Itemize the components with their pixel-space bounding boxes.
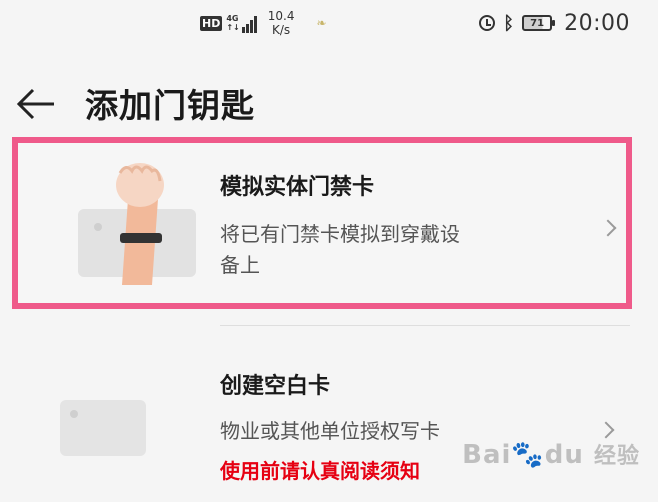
clock: 20:00 [564,10,630,36]
item-desc-line1: 将已有门禁卡模拟到穿戴设 [220,222,460,246]
speed-unit: K/s [272,23,291,37]
page-title: 添加门钥匙 [85,86,255,125]
watermark-text: Bai [462,440,512,470]
alarm-icon [479,15,496,31]
item-desc-line2: 备上 [220,253,260,277]
item-title: 模拟实体门禁卡 [220,175,375,200]
item-desc: 物业或其他单位授权写卡 [220,419,440,443]
hd-icon: HD [200,15,223,31]
status-left: HD 4G ↑↓ 10.4 K/s ❧ [200,8,327,38]
wrist-card-illustration [78,163,196,285]
battery-level: 71 [530,17,545,29]
net-arrows: ↑↓ [226,23,240,32]
watermark: Bai🐾du 经验 [462,438,640,470]
speed-value: 10.4 [267,9,295,23]
divider [220,325,630,326]
warning-link[interactable]: 使用前请认真阅读须知 [220,456,420,486]
signal-icon [241,13,258,33]
leaf-icon: ❧ [316,16,327,30]
watermark-logo: du [544,440,584,470]
network-type: 4G ↑↓ [226,14,239,32]
net-type-label: 4G [226,14,239,23]
chevron-right-icon [599,219,617,237]
watermark-suffix: 经验 [593,444,640,469]
item-title: 创建空白卡 [220,374,331,399]
list-item-blank-card[interactable]: 创建空白卡 物业或其他单位授权写卡 使用前请认真阅读须知 [0,340,658,502]
list-item-simulate-card[interactable]: 模拟实体门禁卡 将已有门禁卡模拟到穿戴设 备上 [12,137,632,309]
chevron-right-icon [597,421,615,439]
blank-card-illustration [60,400,146,456]
page-header: 添加门钥匙 [0,82,658,132]
status-right: ᛒ 71 20:00 [479,8,630,38]
back-button[interactable] [16,88,56,120]
battery-icon: 71 [522,15,556,31]
status-bar: HD 4G ↑↓ 10.4 K/s ❧ ᛒ 71 20:00 [0,0,658,46]
net-speed: 10.4 K/s [268,9,295,37]
bluetooth-icon: ᛒ [503,12,515,34]
arrow-left-icon [16,88,54,120]
paw-logo-icon: 🐾 [511,440,545,470]
